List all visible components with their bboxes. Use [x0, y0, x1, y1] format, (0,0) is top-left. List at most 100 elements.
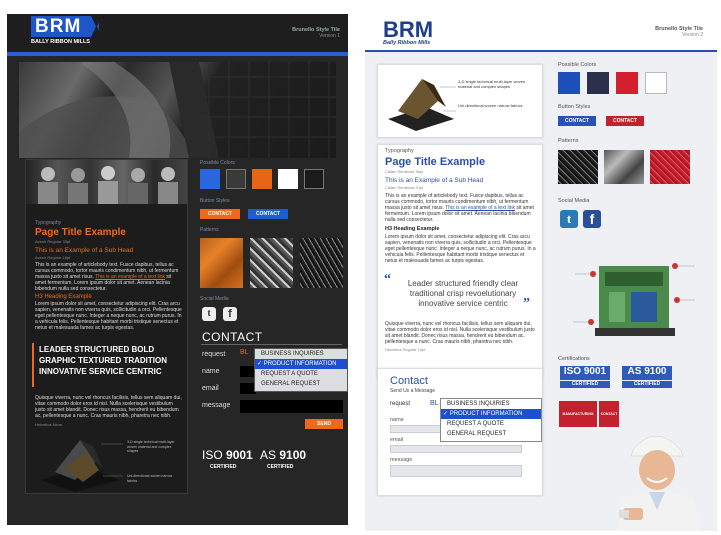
patterns-label-v2: Patterns	[558, 138, 579, 144]
product-label-2-v2: Uni-directional woven narrow fabrics	[458, 103, 523, 108]
pattern-carbon-weave	[300, 238, 343, 288]
facebook-icon-v2[interactable]: f	[583, 210, 601, 228]
product-label-2: Uni-directional woven narrow fabrics	[127, 474, 173, 483]
sub-head-example-v2: This is an Example of a Sub Head	[385, 177, 484, 184]
email-input-v2[interactable]	[390, 445, 522, 453]
tile-version: Version 1	[319, 33, 340, 39]
iso-certified-v2: CERTIFIED	[560, 381, 610, 388]
team-silhouettes	[38, 166, 178, 204]
social-media-label-v2: Social Media	[558, 198, 590, 204]
request-label: request	[202, 351, 226, 358]
header-v1: BRM BALLY RIBBON MILLS Brunello Style Ti…	[7, 14, 348, 52]
color-swatches-v1	[200, 169, 324, 189]
dropdown-option-business-v2[interactable]: BUSINESS INQUIRIES	[447, 399, 541, 409]
color-swatch-blue	[200, 169, 220, 189]
as-9100-badge: AS 9100	[260, 448, 306, 462]
request-select-value[interactable]: BL	[240, 349, 249, 356]
dropdown-option-general[interactable]: GENERAL REQUEST	[261, 379, 347, 389]
message-input[interactable]	[240, 400, 343, 413]
engineer-photo	[597, 420, 715, 531]
sub-head-font-note: Avenir Regular 18pt	[35, 255, 71, 260]
contact-button-blue-v2[interactable]: CONTACT	[558, 116, 596, 126]
checkmark-icon-v2: ✓	[443, 411, 450, 417]
possible-colors-label: Possible Colors	[200, 160, 235, 166]
quote-accent-bar	[32, 343, 34, 387]
engineer-graphic	[617, 435, 701, 531]
contact-card-v2: Contact Send Us a Message request BL nam…	[377, 368, 543, 496]
twitter-icon[interactable]: t	[202, 307, 216, 321]
color-swatch-white-v2	[645, 72, 667, 94]
brm-logo-v2[interactable]: BRM	[383, 18, 433, 42]
sub-head-example: This is an Example of a Sub Head	[35, 247, 134, 254]
hero-image	[19, 62, 336, 158]
dropdown-option-quote-v2[interactable]: REQUEST A QUOTE	[447, 419, 541, 429]
loom-machine-illustration	[569, 252, 699, 352]
h3-heading-example-v2: H3 Heading Example	[385, 226, 440, 232]
email-label-v2: email	[390, 437, 404, 443]
as-number: 9100	[279, 448, 307, 462]
dropdown-option-business[interactable]: BUSINESS INQUIRIES	[261, 349, 347, 359]
tile-title-block-v2: Brunello Style Tile Version 2	[655, 26, 703, 38]
patterns-label: Patterns	[200, 227, 219, 233]
tile-version-v2: Version 2	[682, 32, 703, 38]
request-dropdown-menu-v2[interactable]: BUSINESS INQUIRIES ✓ PRODUCT INFORMATION…	[440, 398, 542, 442]
contact-button-blue[interactable]: CONTACT	[248, 209, 288, 219]
blue-bar-v2	[365, 50, 717, 52]
as-text: AS	[260, 448, 277, 462]
iso-certified: CERTIFIED	[210, 464, 237, 470]
typography-label: Typography	[35, 220, 62, 226]
brand-quote-v2: Leader structured friendly clear traditi…	[407, 279, 519, 308]
twitter-icon-v2[interactable]: t	[560, 210, 578, 228]
contact-button-orange[interactable]: CONTACT	[200, 209, 240, 219]
logo-text: BRM	[35, 16, 82, 37]
manufacturing-tab[interactable]: MANUFACTURING	[559, 401, 597, 427]
as-number-v2: 9100	[644, 366, 667, 377]
body-text-3-font-note-v2: Helvetica Regular 14pt	[385, 347, 426, 352]
dropdown-option-product-selected-v2[interactable]: ✓ PRODUCT INFORMATION	[441, 409, 541, 419]
body-text-2-v2: Lorem ipsum dolor sit amet, consectetur …	[385, 234, 536, 264]
dropdown-option-product-text: PRODUCT INFORMATION	[263, 361, 337, 367]
tile-title-block: Brunello Style Tile Version 1	[292, 27, 340, 39]
body-text-1: This is an example of articlebody text. …	[35, 262, 182, 292]
style-tile-v2: BRM Bally Ribbon Mills Brunello Style Ti…	[365, 16, 717, 531]
body-text-3: Quisque viverra, nunc vel rhoncus facili…	[35, 395, 182, 419]
pattern-carbon-v2	[558, 150, 598, 184]
product-label-1: 3-D single technical multi-layer woven m…	[127, 440, 175, 453]
as-text-v2: AS	[627, 366, 642, 377]
color-swatch-grey	[226, 169, 246, 189]
iso-9001-badge-v2: ISO 9001	[560, 366, 610, 380]
request-select-value-v2[interactable]: BL	[430, 400, 439, 407]
team-photo	[26, 160, 187, 204]
as-certified: CERTIFIED	[267, 464, 294, 470]
possible-colors-label-v2: Possible Colors	[558, 62, 597, 68]
pattern-orange-fabric	[200, 238, 243, 288]
page-title-font-note-v2: Calibri Semibold 36pt	[385, 169, 424, 174]
request-label-v2: request	[390, 401, 411, 407]
message-input-v2[interactable]	[390, 465, 522, 477]
brm-logo[interactable]: BRM BALLY RIBBON MILLS	[31, 16, 102, 45]
hero-fabric-graphic	[19, 62, 336, 158]
button-styles-label-v2: Button Styles	[558, 104, 591, 110]
dropdown-option-product-text-v2: PRODUCT INFORMATION	[449, 411, 523, 417]
iso-9001-badge: ISO 9001	[202, 448, 253, 462]
send-button[interactable]: SEND	[305, 419, 343, 429]
product-image-v1: 3-D single technical multi-layer woven m…	[35, 432, 185, 492]
content-card-v1: Typography Page Title Example Avenir Reg…	[25, 159, 188, 494]
logo-subtitle-v2: Bally Ribbon Mills	[383, 40, 431, 46]
contact-title-v2: Contact	[390, 375, 428, 387]
request-dropdown-menu-v1[interactable]: BUSINESS INQUIRIES ✓ PRODUCT INFORMATION…	[254, 348, 348, 392]
page-title-example-v2: Page Title Example	[385, 156, 486, 168]
contact-button-red-v2[interactable]: CONTACT	[606, 116, 644, 126]
quote-close-icon: ”	[523, 296, 530, 311]
checkmark-icon: ✓	[257, 361, 264, 367]
facebook-icon[interactable]: f	[223, 307, 237, 321]
contact-subtitle-v2: Send Us a Message	[390, 388, 436, 394]
name-label: name	[202, 368, 220, 375]
as-9100-badge-v2: AS 9100	[622, 366, 672, 380]
dropdown-option-general-v2[interactable]: GENERAL REQUEST	[447, 429, 541, 439]
dropdown-option-product-selected[interactable]: ✓ PRODUCT INFORMATION	[255, 359, 347, 369]
dropdown-option-quote[interactable]: REQUEST A QUOTE	[261, 369, 347, 379]
style-tile-v1: BRM BALLY RIBBON MILLS Brunello Style Ti…	[7, 14, 348, 525]
typography-card-v2: Typography Page Title Example Calibri Se…	[377, 144, 543, 378]
pattern-twill-weave	[250, 238, 293, 288]
